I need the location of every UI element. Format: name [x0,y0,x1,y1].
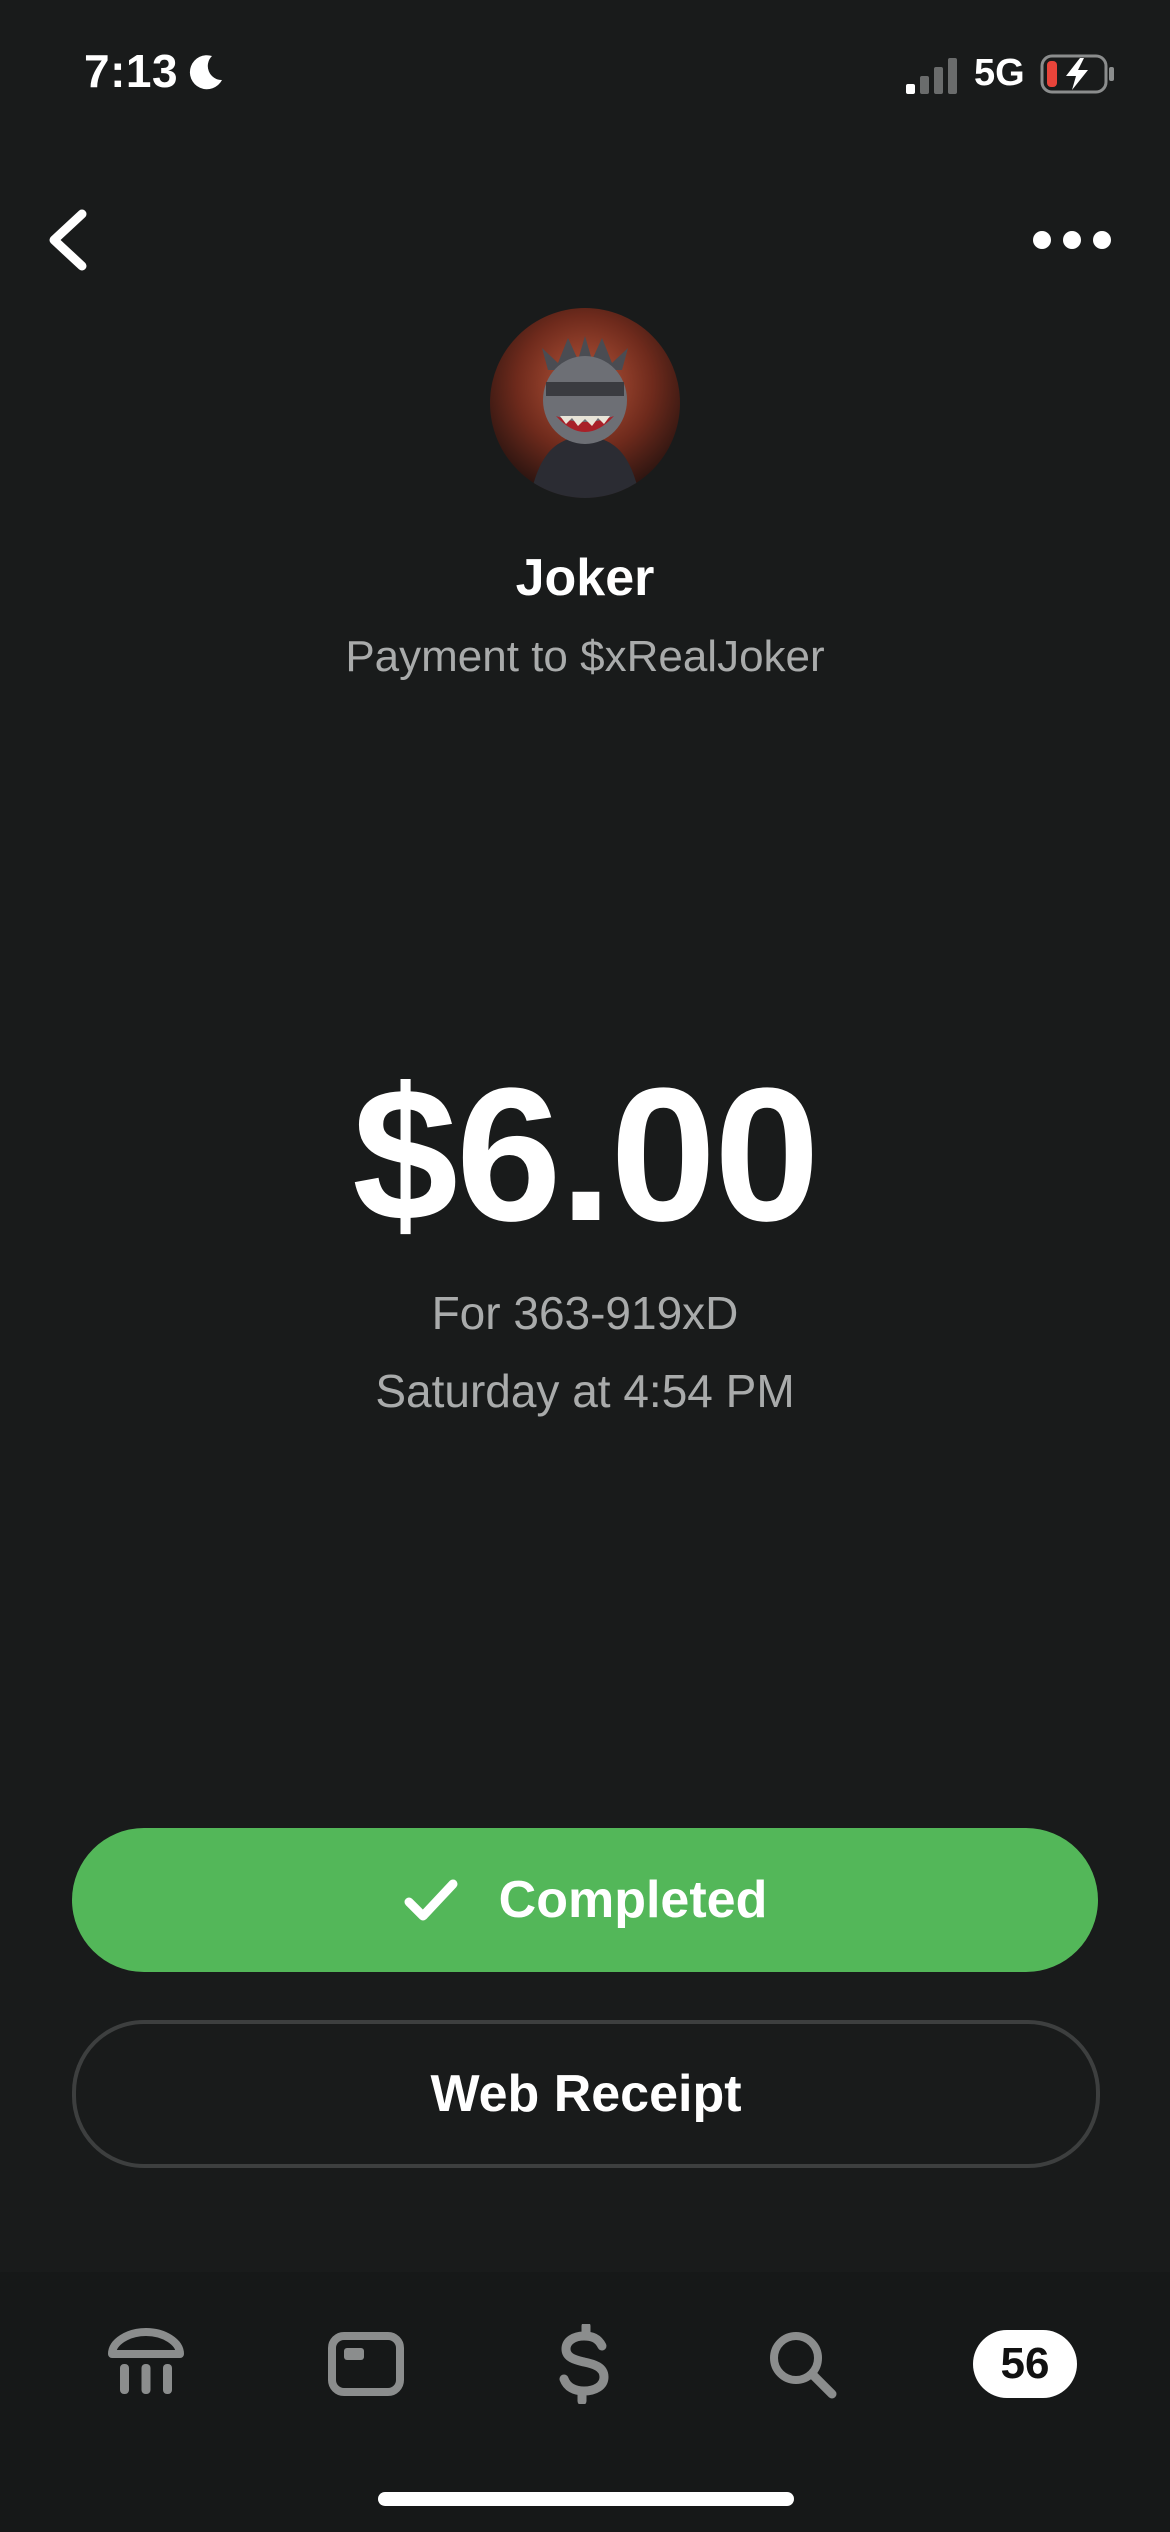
ellipsis-icon [1033,231,1111,249]
moon-icon [189,55,222,90]
status-time: 7:13 [84,45,179,97]
tab-search[interactable] [752,2314,852,2414]
recipient-cashtag: Payment to $xRealJoker [345,632,825,681]
network-label: 5G [974,52,1025,94]
web-receipt-label: Web Receipt [430,2065,742,2123]
payment-note: For 363-919xD [431,1287,739,1339]
payment-date: Saturday at 4:54 PM [375,1365,795,1417]
completed-status-button[interactable]: Completed [72,1828,1098,1972]
tab-pay[interactable] [534,2314,634,2414]
status-bar: 7:13 5G [0,0,1170,150]
avatar-image [490,308,680,498]
battery-charging-icon [1040,54,1114,94]
home-indicator[interactable] [378,2492,794,2506]
back-button[interactable] [32,200,102,280]
dollar-icon [559,2324,609,2404]
check-icon [404,1879,458,1921]
chevron-left-icon [49,209,87,271]
payment-amount: $6.00 [352,1049,819,1261]
recipient-name: Joker [515,549,655,607]
card-icon [328,2332,404,2396]
bank-icon [108,2328,184,2394]
web-receipt-button[interactable]: Web Receipt [72,2020,1100,2168]
tab-banking[interactable] [96,2314,196,2414]
tab-activity[interactable]: 56 [970,2314,1080,2414]
nav-bar [0,180,1170,300]
more-options-button[interactable] [1024,210,1120,270]
signal-icon [906,58,957,94]
tab-card[interactable] [316,2314,416,2414]
activity-badge: 56 [973,2330,1077,2398]
avatar[interactable] [490,308,680,498]
completed-label: Completed [498,1871,768,1929]
search-icon [770,2332,837,2399]
